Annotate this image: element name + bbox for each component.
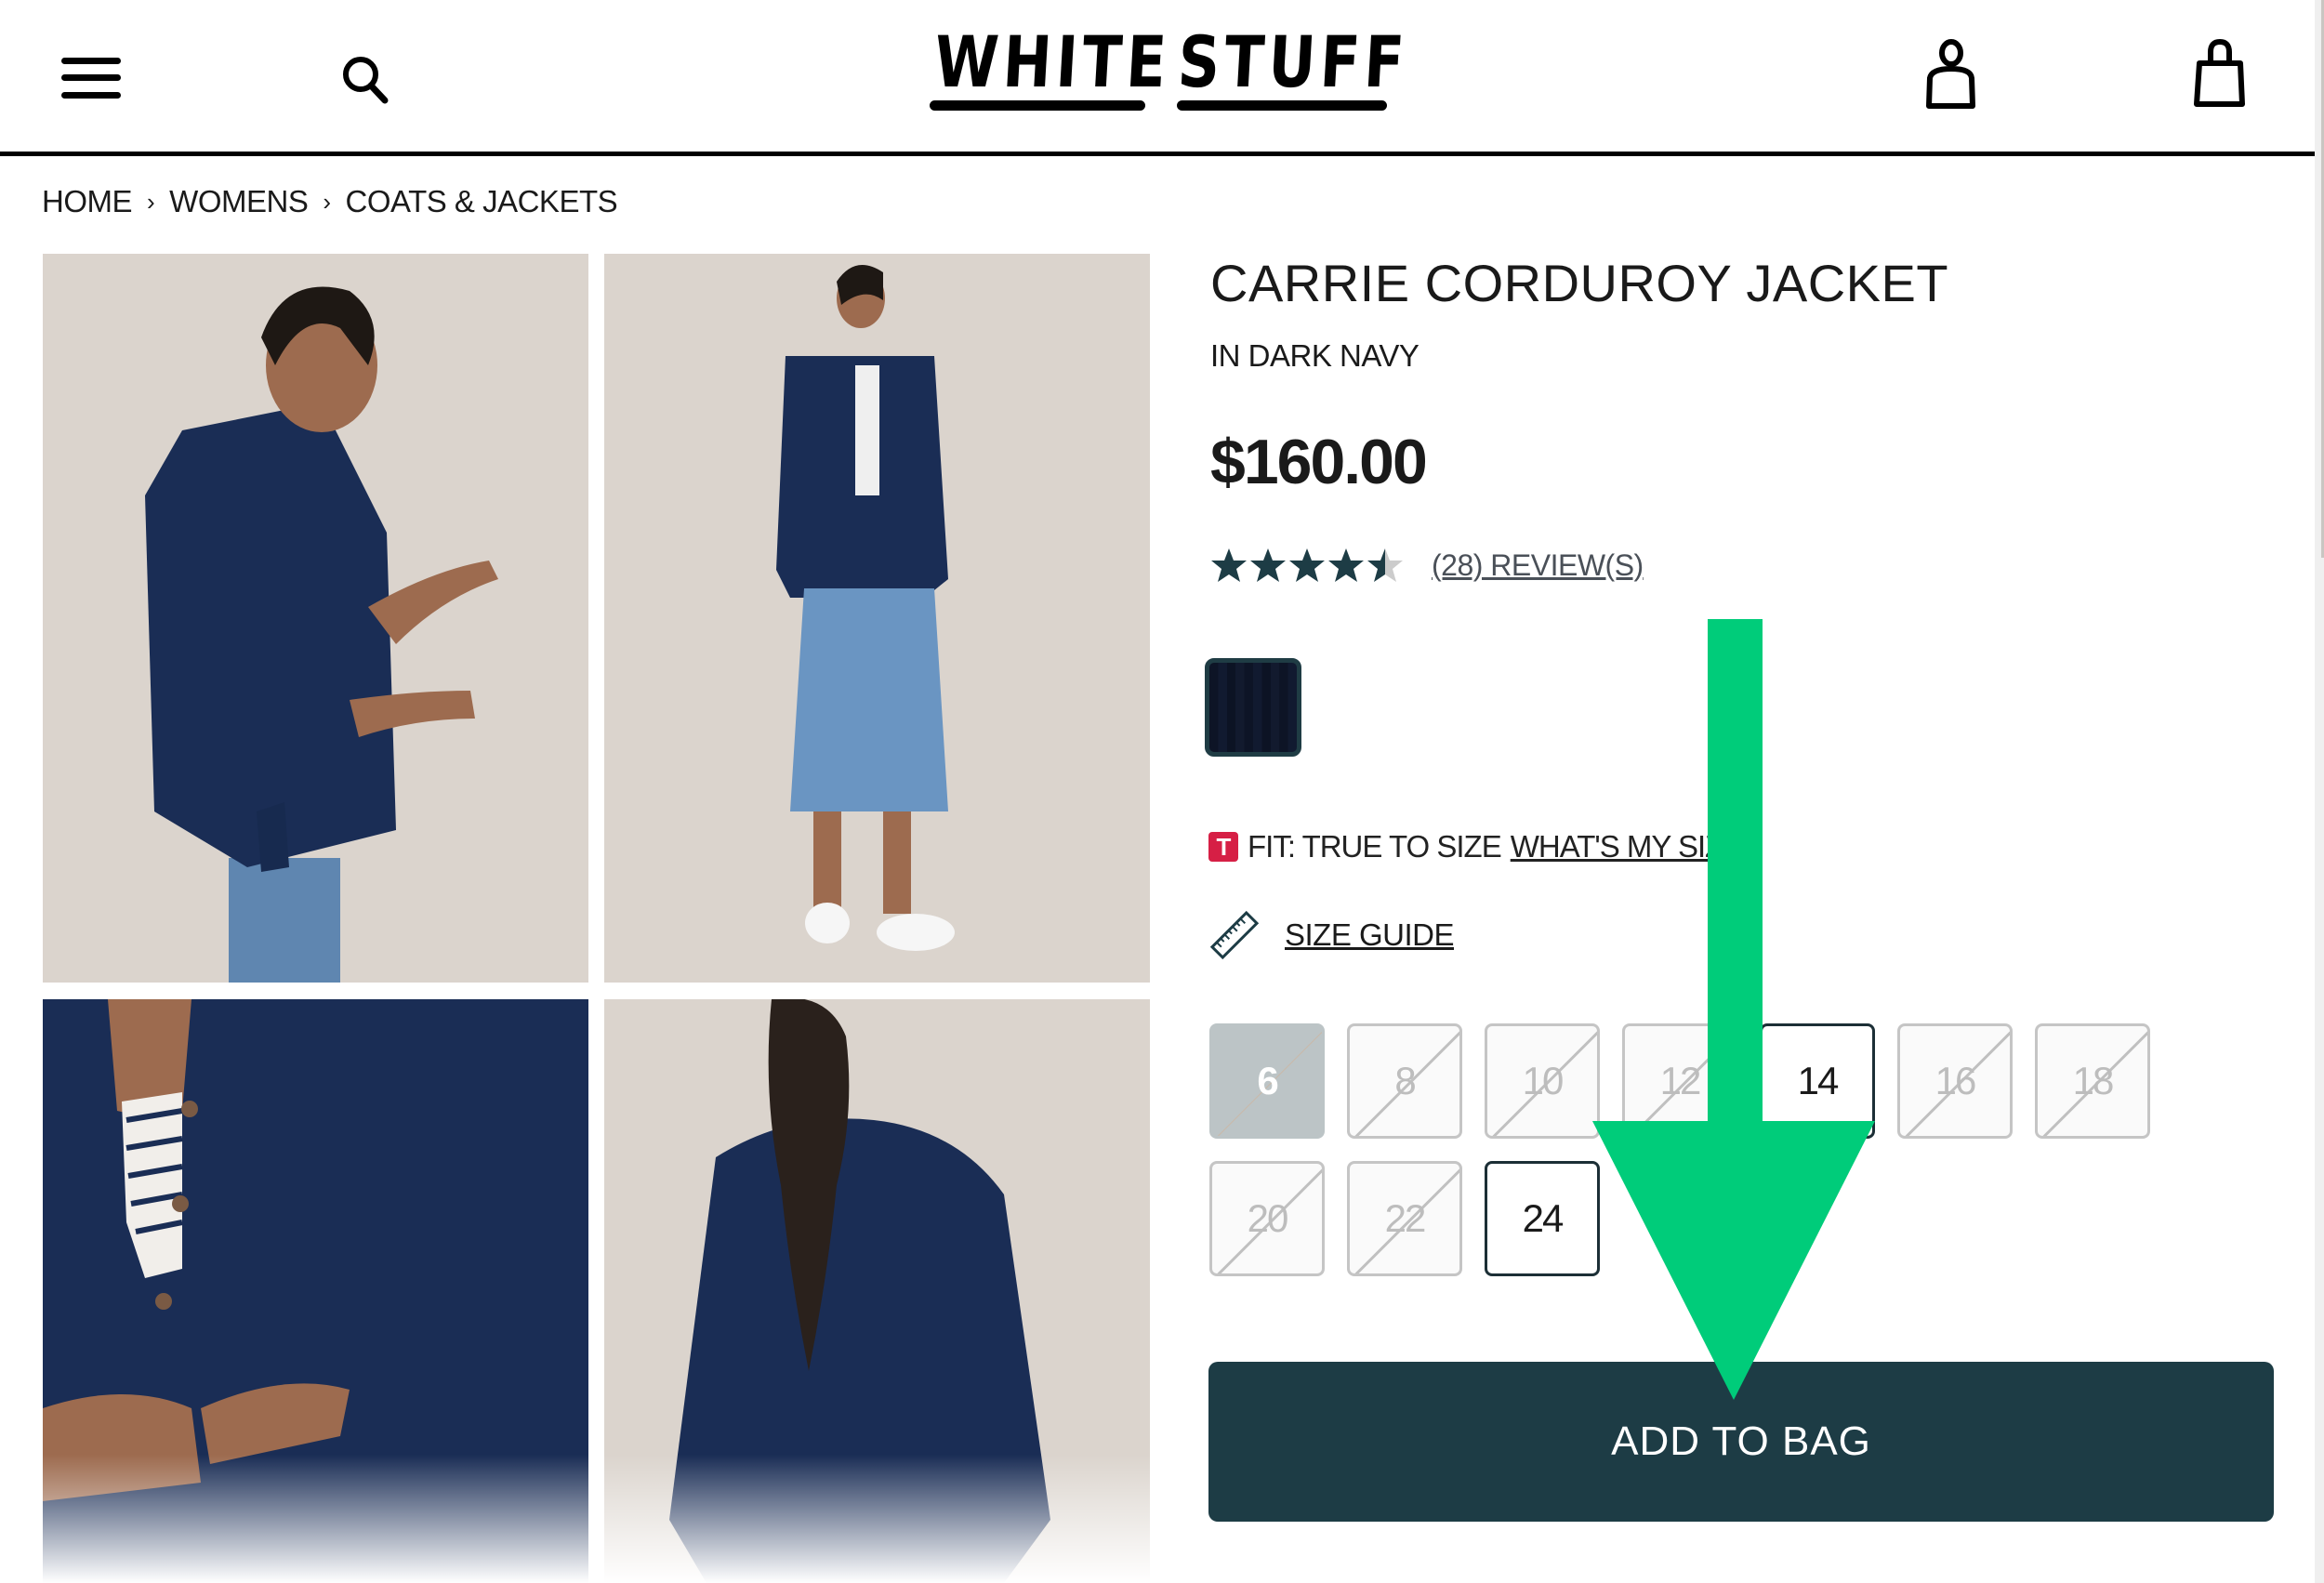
breadcrumb: HOME › WOMENS › COATS & JACKETS <box>42 184 618 219</box>
size-label: 6 <box>1257 1059 1278 1102</box>
size-label: 22 <box>1384 1196 1427 1240</box>
color-swatch-dark-navy[interactable] <box>1205 658 1301 757</box>
star-full-icon <box>1289 548 1325 582</box>
product-image-back[interactable] <box>604 999 1150 1583</box>
size-option-14[interactable]: 14 <box>1760 1023 1875 1139</box>
size-option-16[interactable]: 16 <box>1897 1023 2013 1139</box>
product-price: $160.00 <box>1210 427 1428 497</box>
whats-my-size-link[interactable]: WHAT'S MY SIZE? <box>1511 829 1760 864</box>
star-full-icon <box>1211 548 1247 582</box>
size-label: 10 <box>1522 1059 1565 1102</box>
logo-word-2: STUFF <box>1175 20 1411 103</box>
product-image-side[interactable] <box>43 254 588 983</box>
breadcrumb-coats-jackets[interactable]: COATS & JACKETS <box>346 184 618 219</box>
brand-logo[interactable]: WHITE STUFF <box>920 20 1411 123</box>
fit-text: FIT: TRUE TO SIZE <box>1248 829 1502 864</box>
annotation-arrow-icon <box>1592 619 1875 1400</box>
star-half-icon <box>1367 548 1403 582</box>
star-full-icon <box>1328 548 1364 582</box>
size-option-18[interactable]: 18 <box>2035 1023 2150 1139</box>
breadcrumb-womens[interactable]: WOMENS <box>169 184 309 219</box>
size-option-6[interactable]: 6 <box>1209 1023 1325 1139</box>
size-guide-link[interactable]: SIZE GUIDE <box>1285 917 1455 953</box>
size-option-10[interactable]: 10 <box>1485 1023 1600 1139</box>
header-divider <box>0 152 2315 156</box>
product-photo <box>604 254 1150 983</box>
size-option-20[interactable]: 20 <box>1209 1161 1325 1276</box>
breadcrumb-separator: › <box>147 187 155 216</box>
star-full-icon <box>1250 548 1286 582</box>
size-label: 24 <box>1522 1196 1565 1240</box>
menu-icon[interactable] <box>61 58 121 99</box>
product-photo <box>604 999 1150 1583</box>
product-image-full[interactable] <box>604 254 1150 983</box>
fit-badge-icon: T <box>1208 832 1238 862</box>
rating: (28) REVIEW(S) <box>1210 547 1644 584</box>
reviews-link[interactable]: (28) REVIEW(S) <box>1432 548 1644 583</box>
size-option-8[interactable]: 8 <box>1347 1023 1462 1139</box>
size-guide[interactable]: SIZE GUIDE <box>1208 909 1455 961</box>
size-label: 18 <box>2072 1059 2115 1102</box>
search-icon[interactable] <box>340 54 392 104</box>
logo-underline <box>1177 100 1387 111</box>
size-label: 14 <box>1797 1059 1840 1102</box>
star-rating <box>1210 547 1406 584</box>
size-label: 20 <box>1247 1196 1289 1240</box>
site-header: WHITE STUFF <box>0 0 2315 152</box>
product-image-detail[interactable] <box>43 999 588 1583</box>
breadcrumb-home[interactable]: HOME <box>42 184 133 219</box>
fit-info: T FIT: TRUE TO SIZE WHAT'S MY SIZE? <box>1208 829 1760 864</box>
ruler-icon <box>1209 910 1260 960</box>
size-label: 12 <box>1659 1059 1702 1102</box>
product-photo <box>43 254 588 983</box>
account-icon[interactable] <box>1924 39 1978 110</box>
size-label: 8 <box>1394 1059 1416 1102</box>
size-option-12[interactable]: 12 <box>1622 1023 1737 1139</box>
product-photo <box>43 999 588 1583</box>
add-to-bag-button[interactable]: ADD TO BAG <box>1208 1362 2274 1522</box>
product-title: CARRIE CORDUROY JACKET <box>1210 254 1949 312</box>
size-label: 16 <box>1934 1059 1977 1102</box>
logo-word-1: WHITE <box>931 20 1173 103</box>
product-color-label: IN DARK NAVY <box>1210 338 1419 373</box>
breadcrumb-separator: › <box>323 187 331 216</box>
logo-underline <box>930 100 1145 111</box>
size-option-22[interactable]: 22 <box>1347 1161 1462 1276</box>
bag-icon[interactable] <box>2192 38 2248 108</box>
size-option-24[interactable]: 24 <box>1485 1161 1600 1276</box>
